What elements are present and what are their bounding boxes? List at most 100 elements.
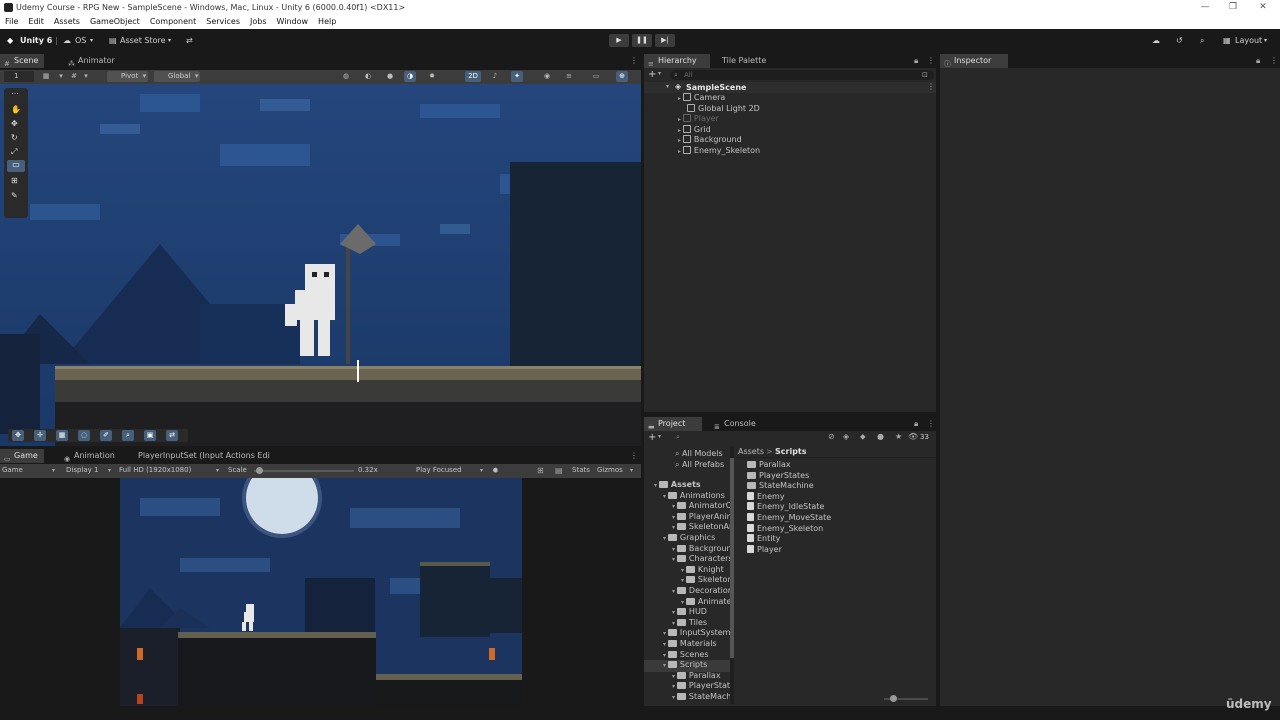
mode-2d-toggle[interactable]: 2D [465,71,481,82]
tab-inspector[interactable]: ⓘ Inspector [940,54,1008,68]
create-asset-button[interactable]: + [648,432,656,443]
folder-item[interactable]: StateMachine [747,481,814,492]
custom-tool-icon[interactable]: ✎ [11,191,18,200]
icon-size-slider-thumb[interactable] [890,695,897,702]
stats-button[interactable]: Stats [572,465,590,476]
script-item[interactable]: Player [747,544,782,556]
scale-slider[interactable] [254,467,354,474]
menu-jobs[interactable]: Jobs [245,15,272,29]
gizmos-icon[interactable]: ⊕ [616,71,628,82]
unity-logo-icon[interactable]: ◆ [7,29,13,52]
menu-services[interactable]: Services [201,15,245,29]
close-icon[interactable]: ✕ [1248,0,1278,15]
eraser-icon[interactable]: ⌕ [122,430,134,441]
lock-icon[interactable]: 🔒︎ [914,419,918,429]
more-options-icon[interactable]: ⋮ [927,419,935,428]
os-dropdown[interactable]: OS [75,29,86,52]
menu-window[interactable]: Window [272,15,314,29]
lock-icon[interactable]: 🔒︎ [914,56,918,66]
more-options-icon[interactable]: ⋮ [927,82,935,91]
breadcrumb-scripts[interactable]: Scripts [775,447,807,456]
scene-viewport[interactable]: ⋯ ✋ ✥ ↻ ⤢ ▭ ⊞ ✎ ✥ ✢ ▦ ◌ ✐ ⌕ ▣ ⇄ [0,84,641,446]
unity-account-button[interactable]: Unity 6 [20,29,52,52]
layer-field[interactable]: 1 [4,71,34,82]
search-icon[interactable]: ⌕ [1200,29,1204,52]
fx-icon[interactable]: ✦ [511,71,523,82]
more-options-icon[interactable]: ⋮ [927,56,935,65]
rotate-tool-icon[interactable]: ↻ [11,133,18,142]
draw-mode-icon[interactable]: ◍ [340,71,352,82]
menu-help[interactable]: Help [313,15,341,29]
maximize-icon[interactable]: ❐ [1218,0,1248,15]
tab-animator[interactable]: ⁂ Animator [64,54,124,68]
mute-audio-icon[interactable]: ✹ [492,465,499,476]
effects-icon[interactable]: ✹ [426,71,438,82]
menu-assets[interactable]: Assets [49,15,85,29]
pick-tile-icon[interactable]: ✐ [100,430,112,441]
menu-component[interactable]: Component [145,15,201,29]
rect-tool-icon[interactable]: ▭ [7,160,25,172]
tab-hierarchy[interactable]: ≡ Hierarchy [644,54,710,68]
move-tile-icon[interactable]: ✢ [34,430,46,441]
hierarchy-item[interactable]: ▸ Enemy_Skeleton [678,146,760,158]
search-options-icon[interactable]: ⊡ [922,70,928,80]
move-tool-icon[interactable]: ✥ [11,119,18,128]
tab-animation[interactable]: ◉ Animation [60,449,122,463]
grid-icon[interactable]: # [68,71,80,82]
folder-item[interactable]: PlayerStates [747,471,809,482]
version-control-icon[interactable]: ⇄ [186,29,193,52]
layers-icon[interactable]: ≡ [563,71,575,82]
gizmos-button[interactable]: Gizmos [597,465,623,476]
play-button[interactable]: ▶ [609,34,629,47]
tab-game[interactable]: ▭ Game [0,449,44,463]
scale-slider-thumb[interactable] [256,467,263,474]
visibility-icon[interactable]: ◉ [541,71,553,82]
script-item[interactable]: Enemy_Skeleton [747,523,823,535]
pivot-dropdown[interactable]: Pivot [107,71,149,82]
transform-tool-icon[interactable]: ⊞ [11,176,18,185]
tree-scrollbar[interactable] [730,446,734,704]
aspect-icon[interactable]: ▤ [555,465,563,476]
grid-dropdown-icon[interactable]: ▾ [80,71,92,82]
scene-row[interactable]: ▾ ◈ SampleScene ⋮ [644,82,936,93]
step-button[interactable]: ▶| [655,34,675,47]
script-item[interactable]: Enemy [747,491,785,503]
audio-icon[interactable]: ♪ [489,71,501,82]
asset-store-dropdown[interactable]: Asset Store [120,29,166,52]
history-icon[interactable]: ↺ [1176,29,1183,52]
box-fill-icon[interactable]: ◌ [78,430,90,441]
warning-icon[interactable]: ● [877,432,884,441]
search-by-label-icon[interactable]: ◈ [843,432,849,441]
grid-snap-icon[interactable]: ▦ [40,71,52,82]
render-mode-icon[interactable]: ◑ [404,71,416,82]
folder-item[interactable]: Parallax [747,460,791,471]
game-viewport[interactable] [0,478,641,706]
favorite-icon[interactable]: ★ [895,432,902,441]
frame-debugger-icon[interactable]: ⊞ [537,465,544,476]
tab-scene[interactable]: # Scene [0,54,44,68]
lighting-icon[interactable]: ● [384,71,396,82]
camera-icon[interactable]: ▭ [590,71,602,82]
snap-increment-icon[interactable]: ▾ [55,71,67,82]
cloud-services-icon[interactable]: ☁ [1152,29,1160,52]
fill-icon[interactable]: ▣ [144,430,156,441]
tab-input-actions[interactable]: PlayerInputSet (Input Actions Edi [134,449,274,463]
resolution-dropdown[interactable]: Full HD (1920x1080) [119,465,191,476]
display-dropdown[interactable]: Display 1 [66,465,98,476]
tab-console[interactable]: ≣ Console [710,417,766,431]
lock-icon[interactable]: 🔒︎ [1256,56,1260,66]
rotate-tile-icon[interactable]: ⇄ [166,430,178,441]
more-options-icon[interactable]: ⋮ [1270,56,1278,65]
tab-tile-palette[interactable]: Tile Palette [716,54,776,68]
script-item[interactable]: Enemy_MoveState [747,513,831,524]
add-object-button[interactable]: + [648,69,656,80]
more-options-icon[interactable]: ⋮ [630,56,638,65]
select-tile-icon[interactable]: ✥ [12,430,24,441]
play-mode-dropdown[interactable]: Play Focused [416,465,462,476]
tree-scrollbar-thumb[interactable] [730,458,734,658]
menu-gameobject[interactable]: GameObject [85,15,145,29]
menu-edit[interactable]: Edit [23,15,49,29]
hierarchy-item[interactable]: Global Light 2D [687,103,760,115]
scale-tool-icon[interactable]: ⤢ [11,147,17,157]
tab-project[interactable]: ▬ Project [644,417,702,431]
